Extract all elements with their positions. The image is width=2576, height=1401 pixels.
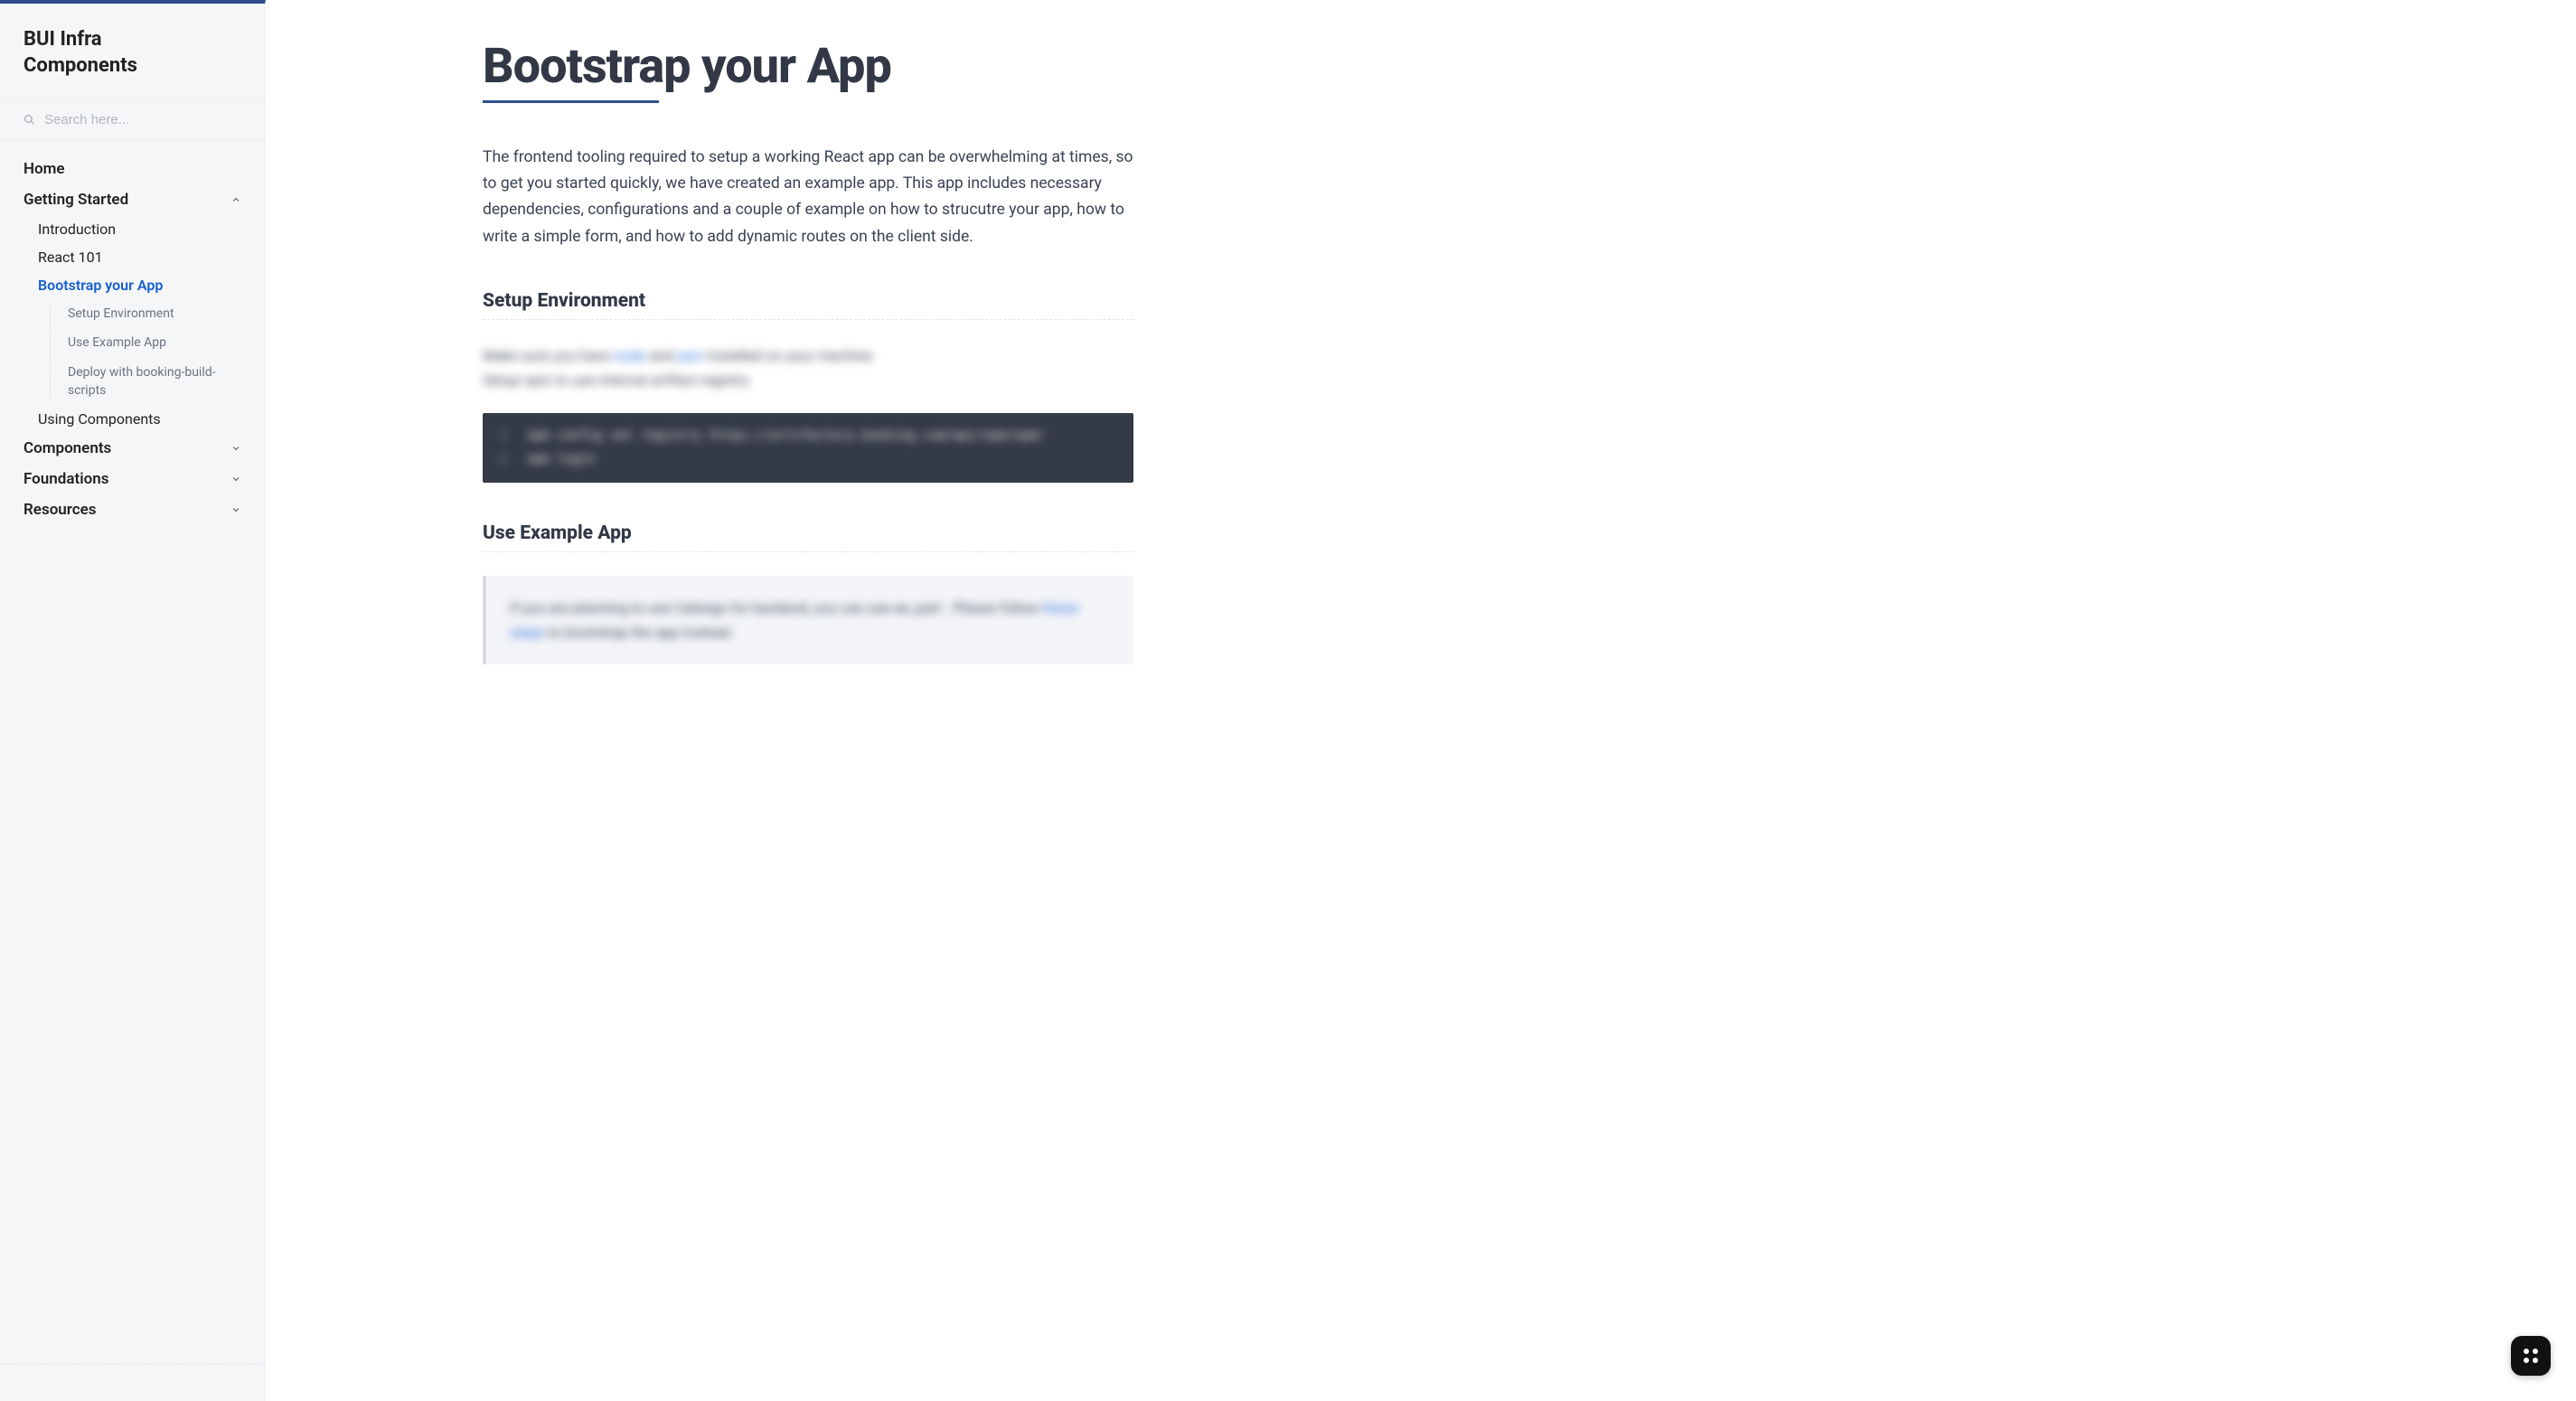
section-setup-environment: Setup Environment Make sure you have nod… (483, 290, 1133, 483)
note-prefix: If you are planning to use Calango for b… (510, 599, 1043, 616)
b1-prefix: Make sure you have (483, 347, 614, 364)
sidebar-divider (0, 1364, 265, 1365)
code-block-npm: 1 npm config set registry https://artifa… (483, 413, 1133, 483)
section-setup-environment-heading: Setup Environment (483, 290, 1133, 320)
dots-grid-icon (2524, 1349, 2538, 1363)
nav-getting-started-label: Getting Started (24, 191, 128, 209)
content-column: Bootstrap your App The frontend tooling … (483, 42, 1133, 664)
nav-bootstrap-your-app[interactable]: Bootstrap your App (14, 271, 265, 299)
nav-components-label: Components (24, 439, 111, 457)
setup-env-bullet-2: Setup npm to use internal artifact regis… (483, 368, 1133, 392)
help-widget-button[interactable] (2511, 1336, 2551, 1376)
nav-react-101-label: React 101 (38, 249, 103, 266)
title-underline (483, 100, 659, 103)
brand-title: BUI Infra Components (24, 27, 241, 79)
page-title: Bootstrap your App (483, 42, 1133, 103)
nav-sub-deploy[interactable]: Deploy with booking-build-scripts (50, 358, 265, 406)
nav-resources-label: Resources (24, 501, 97, 519)
nav-bootstrap-your-app-label: Bootstrap your App (38, 277, 163, 294)
nav-home[interactable]: Home (0, 154, 265, 184)
nav-getting-started-children: Introduction React 101 Bootstrap your Ap… (0, 215, 265, 433)
code-line-1-num: 1 (499, 424, 519, 448)
search-input[interactable] (44, 112, 241, 127)
code-line-2-num: 2 (499, 447, 519, 472)
code-line-2-text: npm login (526, 452, 595, 466)
search-row[interactable] (0, 99, 265, 141)
setup-env-instructions: Make sure you have node and yarn install… (483, 343, 1133, 392)
brand-block: BUI Infra Components (0, 4, 265, 99)
nav-sub-setup-environment[interactable]: Setup Environment (50, 299, 265, 328)
sidebar: BUI Infra Components Home Getting Starte… (0, 0, 266, 1401)
b1-mid: and (649, 347, 677, 364)
nav-react-101[interactable]: React 101 (14, 243, 265, 271)
main-content: Bootstrap your App The frontend tooling … (266, 0, 2576, 1401)
intro-paragraph: The frontend tooling required to setup a… (483, 145, 1133, 251)
page-title-text: Bootstrap your App (483, 38, 891, 95)
chevron-up-icon (230, 194, 241, 205)
nav-bootstrap-subsections: Setup Environment Use Example App Deploy… (49, 299, 265, 405)
search-icon (24, 114, 35, 126)
code-line-1: 1 npm config set registry https://artifa… (499, 424, 1117, 448)
section-use-example-app-heading: Use Example App (483, 522, 1133, 552)
nav-resources[interactable]: Resources (0, 494, 265, 525)
nav-using-components[interactable]: Using Components (14, 405, 265, 433)
code-line-2: 2 npm login (499, 447, 1117, 472)
code-line-1-text: npm config set registry https://artifact… (526, 428, 1044, 443)
nav-sub-use-example-app[interactable]: Use Example App (50, 328, 265, 357)
nav-home-label: Home (24, 160, 65, 178)
brand-title-line1: BUI Infra (24, 28, 102, 51)
setup-env-bullet-1: Make sure you have node and yarn install… (483, 343, 1133, 368)
b1-suffix: installed on your machine (708, 347, 872, 364)
section-use-example-app: Use Example App If you are planning to u… (483, 522, 1133, 664)
yarn-link[interactable]: yarn (677, 347, 704, 364)
note-suffix: to bootstrap the app instead. (549, 624, 734, 641)
use-example-note-text: If you are planning to use Calango for b… (510, 596, 1110, 644)
nav-using-components-label: Using Components (38, 410, 161, 428)
nav-introduction[interactable]: Introduction (14, 215, 265, 243)
app-root: BUI Infra Components Home Getting Starte… (0, 0, 2576, 1401)
nav-foundations[interactable]: Foundations (0, 464, 265, 494)
chevron-down-icon (230, 474, 241, 484)
brand-title-line2: Components (24, 54, 137, 77)
nav-foundations-label: Foundations (24, 470, 108, 488)
nav-introduction-label: Introduction (38, 221, 116, 238)
nav-components[interactable]: Components (0, 433, 265, 464)
sidebar-nav: Home Getting Started Introduction React … (0, 141, 265, 547)
chevron-down-icon (230, 443, 241, 454)
chevron-down-icon (230, 504, 241, 515)
nav-getting-started[interactable]: Getting Started (0, 184, 265, 215)
node-link[interactable]: node (614, 347, 645, 364)
use-example-note: If you are planning to use Calango for b… (483, 576, 1133, 664)
